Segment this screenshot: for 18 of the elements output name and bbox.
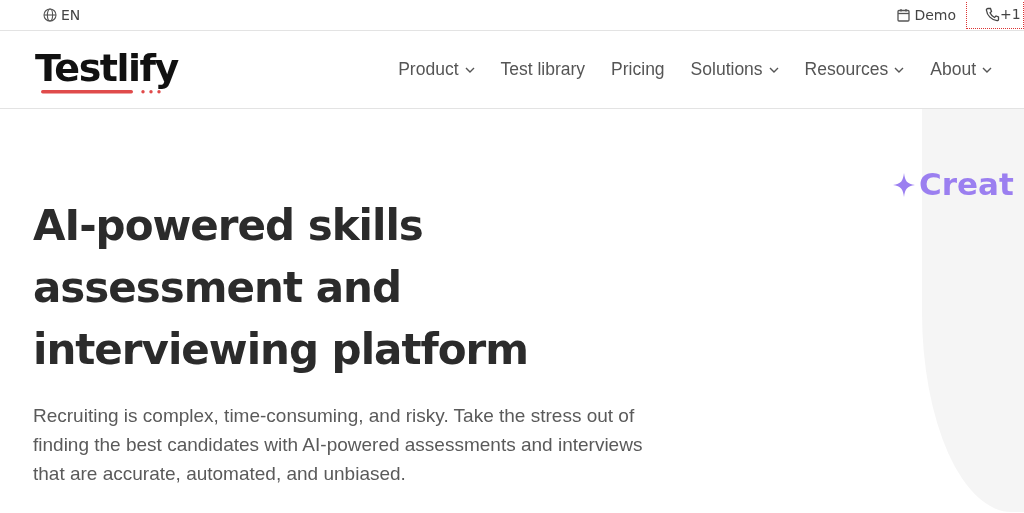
hero-title: AI-powered skills assessment and interviewing platform — [33, 200, 530, 376]
nav-link[interactable]: Pricing — [611, 56, 665, 83]
hero-description: Recruiting is complex, time-consuming, and risky. Take the stress out of finding the best candidates with AI-powered assessments and interviews that are accurate, automated, and unbiased. — [33, 404, 644, 486]
language-selector[interactable]: EN — [61, 4, 81, 26]
nav-link[interactable]: Solutions — [690, 56, 779, 83]
calendar-icon — [897, 8, 911, 22]
nav-link[interactable]: Test library — [500, 56, 586, 83]
phone-icon — [985, 7, 1000, 22]
globe-icon — [43, 8, 57, 22]
logo-underline-icon — [41, 88, 163, 95]
sparkle-icon — [893, 172, 915, 197]
nav-link[interactable]: Product — [398, 56, 475, 83]
nav-link[interactable]: About — [930, 56, 992, 83]
logo-wordmark[interactable]: Testlify — [35, 48, 178, 87]
demo-link[interactable]: Demo — [897, 4, 956, 26]
phone-link[interactable]: +1 — [966, 1, 1024, 29]
nav-link[interactable]: Resources — [804, 56, 905, 83]
side-heading: Creat — [919, 169, 1014, 200]
